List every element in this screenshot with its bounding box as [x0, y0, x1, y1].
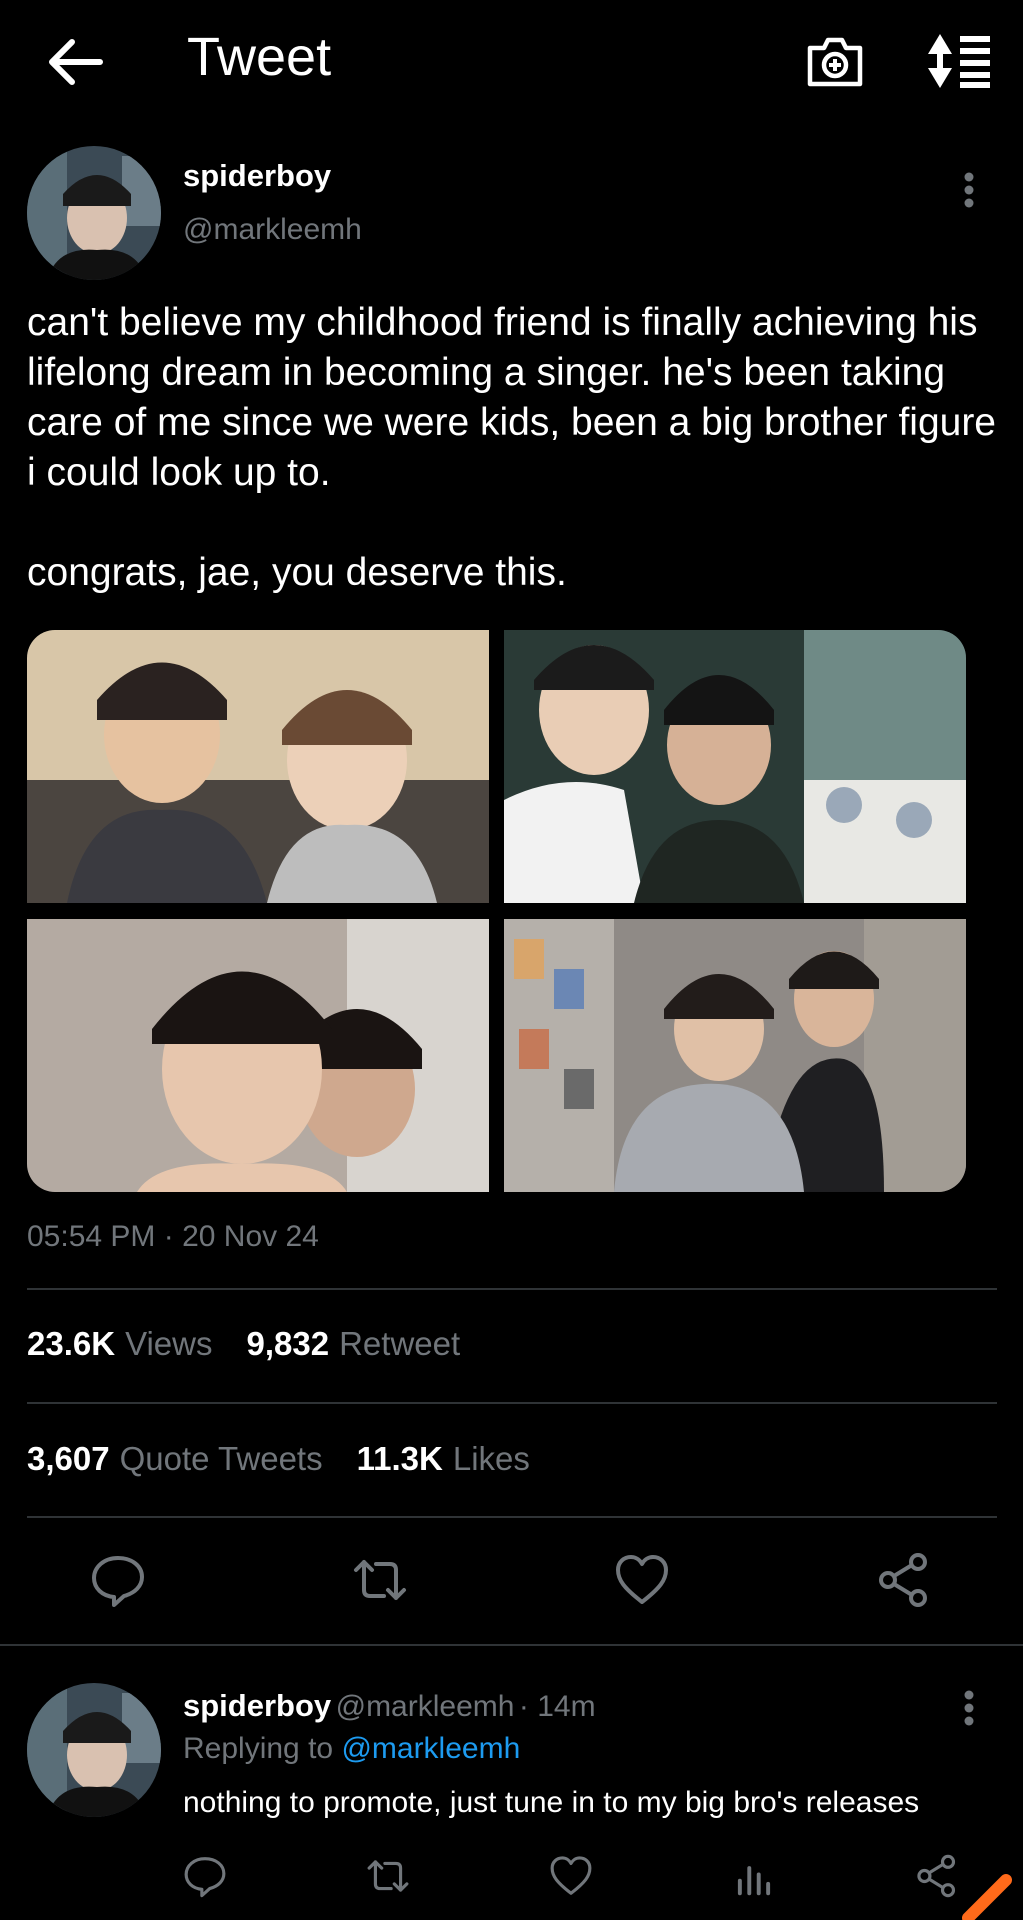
quotes-label[interactable]: Quote Tweets [120, 1440, 323, 1478]
divider [0, 1644, 1023, 1646]
retweet-icon[interactable] [366, 1854, 410, 1898]
tweet-text: can't believe my childhood friend is fin… [27, 301, 997, 594]
avatar[interactable] [27, 146, 161, 280]
reply-text: nothing to promote, just tune in to my b… [183, 1786, 920, 1819]
reply-avatar[interactable] [27, 1683, 161, 1817]
photo-4[interactable] [504, 919, 966, 1192]
share-icon[interactable] [876, 1552, 932, 1608]
page-title: Tweet [187, 27, 332, 87]
retweets-label[interactable]: Retweet [339, 1325, 460, 1363]
top-bar: Tweet [0, 0, 1023, 120]
stats-row-2: 3,607 Quote Tweets 11.3K Likes [27, 1440, 530, 1478]
retweets-count[interactable]: 9,832 [247, 1325, 330, 1363]
camera-plus-icon[interactable] [806, 32, 864, 90]
divider [27, 1516, 997, 1518]
reply-display-name[interactable]: spiderboy [183, 1688, 331, 1723]
arrow-left-icon[interactable] [44, 34, 104, 90]
more-vertical-icon[interactable] [963, 172, 975, 208]
photo-2[interactable] [504, 630, 966, 903]
reply-time: · 14m [518, 1690, 596, 1723]
views-count: 23.6K [27, 1325, 116, 1362]
user-handle[interactable]: @markleemh [183, 213, 362, 247]
likes-count[interactable]: 11.3K [357, 1440, 443, 1478]
more-vertical-icon[interactable] [963, 1690, 975, 1726]
replying-prefix: Replying to [183, 1732, 334, 1765]
views-label: Views [125, 1325, 213, 1362]
sort-icon[interactable] [926, 32, 992, 90]
quotes-count[interactable]: 3,607 [27, 1440, 110, 1478]
photo-3[interactable] [27, 919, 489, 1192]
replying-handle-link[interactable]: @markleemh [341, 1732, 520, 1765]
share-icon[interactable] [915, 1854, 959, 1898]
avatar-image [27, 1683, 161, 1817]
scroll-handle[interactable] [962, 1870, 1012, 1920]
photo-1[interactable] [27, 630, 489, 903]
reply-header: spiderboy @markleemh · 14m [183, 1688, 596, 1724]
replying-to: Replying to @markleemh [183, 1732, 520, 1766]
analytics-icon[interactable] [732, 1854, 776, 1898]
tweet-timestamp: 05:54 PM · 20 Nov 24 [27, 1220, 319, 1253]
likes-label[interactable]: Likes [453, 1440, 530, 1478]
photo-grid [27, 630, 966, 1192]
reply-icon[interactable] [183, 1854, 227, 1898]
heart-icon[interactable] [549, 1854, 593, 1898]
divider [27, 1402, 997, 1404]
reply-handle[interactable]: @markleemh [336, 1690, 515, 1723]
retweet-icon[interactable] [352, 1552, 408, 1608]
divider [27, 1288, 997, 1290]
display-name[interactable]: spiderboy [183, 158, 331, 194]
reply-icon[interactable] [90, 1552, 146, 1608]
avatar-image [27, 146, 161, 280]
heart-icon[interactable] [614, 1552, 670, 1608]
stats-row-1: 23.6K Views 9,832 Retweet [27, 1325, 460, 1363]
